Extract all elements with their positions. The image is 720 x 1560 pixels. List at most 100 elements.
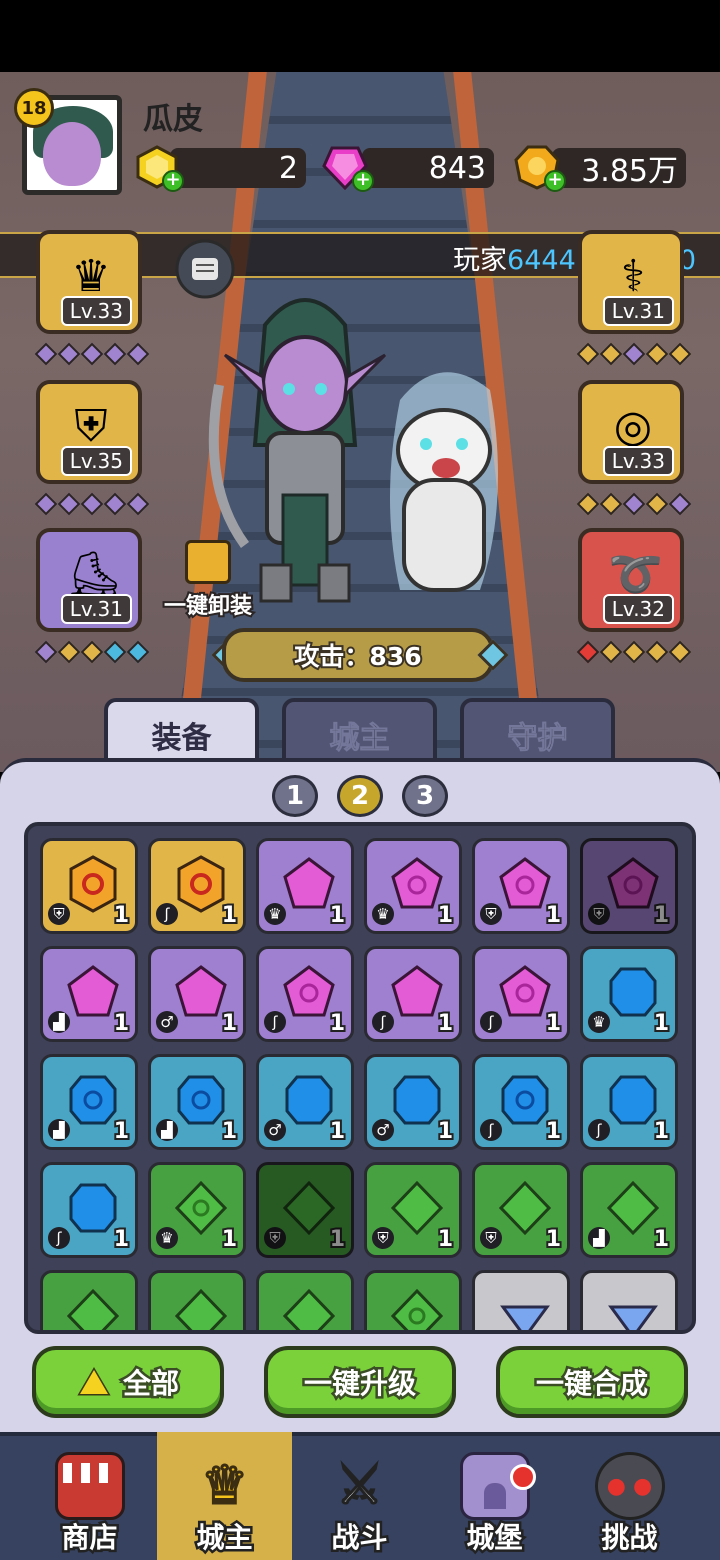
gem-count: 1 (112, 1117, 131, 1146)
equip-slot-whip[interactable]: ➰ Lv.32 (578, 528, 684, 632)
equip-slot-cane[interactable]: ⚕ Lv.31 (578, 230, 684, 334)
gem-slot[interactable]: ʃ1 (580, 1054, 678, 1150)
star-diamond (576, 492, 600, 516)
boot-part-icon: ▟ (48, 1011, 70, 1033)
crown-icon: ♛ (71, 251, 111, 302)
gem-count: 1 (328, 1009, 347, 1038)
gem-slot[interactable]: ♂ 1 (364, 1054, 462, 1150)
gem-slot[interactable] (580, 1270, 678, 1330)
monster-icon: ● ● (594, 1452, 665, 1520)
gem-icon (500, 1305, 550, 1330)
one-click-merge-button[interactable]: 一键合成 (496, 1346, 688, 1418)
nav-challenge[interactable]: ● ● 挑战 (562, 1432, 697, 1560)
equip-slot-boot[interactable]: ⛸ Lv.31 (36, 528, 142, 632)
page-button-1[interactable]: 1 (272, 775, 318, 817)
armor-part-icon: ⛨ (264, 1227, 286, 1249)
gem-icon (283, 1180, 335, 1236)
nav-shop-label: 商店 (59, 1519, 120, 1557)
gem-slot[interactable]: ♛ 1 (580, 946, 678, 1042)
gem-count: 1 (544, 1009, 563, 1038)
equip-slot-armor[interactable]: ⛨ Lv.35 (36, 380, 142, 484)
boot-icon: ⛸ (66, 549, 122, 600)
gem-slot[interactable] (256, 1270, 354, 1330)
gem-slot[interactable]: ʃ1 (364, 946, 462, 1042)
gem-slot[interactable] (40, 1270, 138, 1330)
gem-slot[interactable]: ʃ1 (256, 946, 354, 1042)
equip-level: Lv.35 (60, 446, 132, 476)
gem-slot[interactable]: ⛨ 1 (472, 838, 570, 934)
gem-slot[interactable]: ʃ1 (472, 1054, 570, 1150)
cane-part-icon: ʃ (588, 1119, 610, 1141)
gem-slot[interactable]: ⛨ 1 (256, 1162, 354, 1258)
crown-part-icon: ♛ (588, 1011, 610, 1033)
crown-part-icon: ♛ (264, 903, 286, 925)
gem-icon (175, 1288, 227, 1330)
gold-cube-add-button[interactable]: + (162, 170, 184, 192)
gem-count: 1 (436, 901, 455, 930)
gem-slot[interactable]: ♂ 1 (148, 946, 246, 1042)
crown-part-icon: ♛ (156, 1227, 178, 1249)
gem-slot[interactable]: ʃ1 (472, 946, 570, 1042)
one-click-upgrade-button[interactable]: 一键升级 (264, 1346, 456, 1418)
filter-all-button[interactable]: 全部 (32, 1346, 224, 1418)
ring-icon: ◎ (613, 401, 653, 452)
gold-coin-add-button[interactable]: + (544, 170, 566, 192)
attack-power-bar: 攻击：836 (222, 628, 494, 682)
gem-slot[interactable]: ⛨ 1 (472, 1162, 570, 1258)
ring-part-icon: ♂ (156, 1011, 178, 1033)
gem-slot[interactable]: ♂ 1 (256, 1054, 354, 1150)
gem-icon (393, 1075, 441, 1125)
gem-icon (391, 965, 443, 1017)
equip-slot-crown[interactable]: ♛ Lv.33 (36, 230, 142, 334)
nav-lord[interactable]: ♛ 城主 (157, 1432, 292, 1560)
filter-all-label: 全部 (120, 1365, 181, 1403)
nav-shop[interactable]: 商店 (22, 1432, 157, 1560)
gem-slot[interactable]: ▟ 1 (40, 1054, 138, 1150)
pink-gem-value: 843 (428, 150, 486, 186)
gem-icon (285, 1075, 333, 1125)
gem-slot[interactable]: ⛨ 1 (40, 838, 138, 934)
equip-level: Lv.32 (602, 594, 674, 624)
nav-battle[interactable]: ⚔ 战斗 (292, 1432, 427, 1560)
equip-slot-ring[interactable]: ◎ Lv.33 (578, 380, 684, 484)
gem-slot[interactable]: ▟ 1 (40, 946, 138, 1042)
gem-slot[interactable]: ʃ1 (148, 838, 246, 934)
page-button-3[interactable]: 3 (402, 775, 448, 817)
gem-slot[interactable]: ⛨ 1 (364, 1162, 462, 1258)
gem-count: 1 (652, 1225, 671, 1254)
pink-gem-add-button[interactable]: + (352, 170, 374, 192)
gem-icon (283, 1288, 335, 1330)
gem-slot[interactable]: ▟ 1 (148, 1054, 246, 1150)
equip-level: Lv.31 (602, 296, 674, 326)
page-button-2[interactable]: 2 (337, 775, 383, 817)
crown-part-icon: ♛ (372, 903, 394, 925)
star-diamond (34, 342, 58, 366)
armor-part-icon: ⛨ (588, 903, 610, 925)
star-diamond (645, 492, 669, 516)
gem-count: 1 (220, 1009, 239, 1038)
one-click-unequip-button[interactable]: 一键卸装 (152, 540, 264, 621)
nav-castle[interactable]: 城堡 (427, 1432, 562, 1560)
star-diamond (599, 492, 623, 516)
gem-count: 1 (112, 901, 131, 930)
gem-slot[interactable] (364, 1270, 462, 1330)
gem-slot[interactable]: ʃ1 (40, 1162, 138, 1258)
gem-slot[interactable]: ♛ 1 (256, 838, 354, 934)
gem-count: 1 (220, 1117, 239, 1146)
ring-part-icon: ♂ (264, 1119, 286, 1141)
star-diamond (57, 640, 81, 664)
nav-challenge-label: 挑战 (599, 1519, 660, 1557)
star-diamond (34, 640, 58, 664)
gem-count: 1 (544, 901, 563, 930)
equip-level: Lv.33 (602, 446, 674, 476)
gem-slot[interactable] (148, 1270, 246, 1330)
gem-slot[interactable]: ▟ 1 (580, 1162, 678, 1258)
gem-slot[interactable]: ♛ 1 (148, 1162, 246, 1258)
cane-part-icon: ʃ (264, 1011, 286, 1033)
star-diamond (80, 492, 104, 516)
gem-count: 1 (328, 901, 347, 930)
gem-slot[interactable]: ⛨ 1 (580, 838, 678, 934)
gem-slot[interactable] (472, 1270, 570, 1330)
whip-star-diamonds (576, 640, 692, 664)
gem-slot[interactable]: ♛ 1 (364, 838, 462, 934)
